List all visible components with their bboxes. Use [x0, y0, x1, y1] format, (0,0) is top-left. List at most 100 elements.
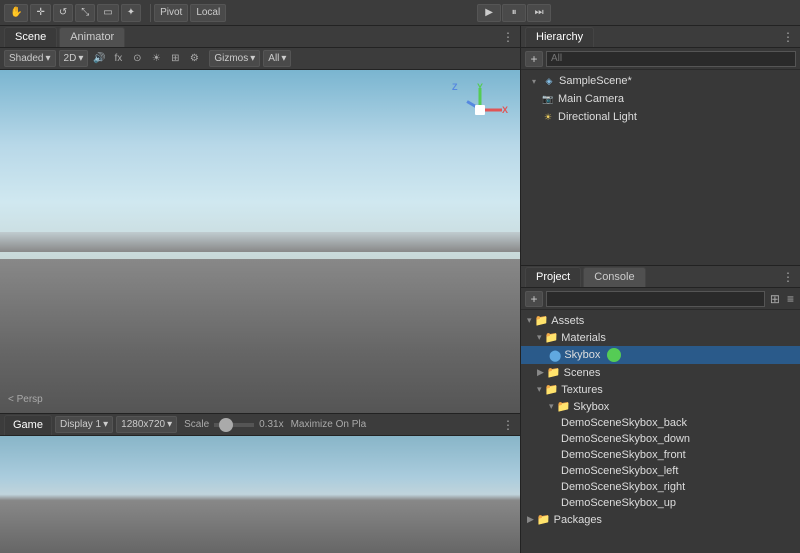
- scenes-label: Scenes: [564, 367, 601, 379]
- maximize-label: Maximize On Pla: [291, 419, 367, 430]
- shading-mode-dropdown[interactable]: Shaded ▾: [4, 50, 56, 67]
- hierarchy-add-btn[interactable]: +: [525, 51, 543, 67]
- gizmos-label: Gizmos: [214, 53, 248, 64]
- project-item-skybox-back[interactable]: DemoSceneSkybox_back: [521, 415, 800, 431]
- hierarchy-more-btn[interactable]: ⋮: [780, 30, 796, 44]
- tree-item-samplescene[interactable]: ▾ ◈ SampleScene*: [521, 72, 800, 90]
- project-item-assets[interactable]: ▾ 📁 Assets: [521, 312, 800, 329]
- hierarchy-search[interactable]: [546, 51, 796, 67]
- skybox-back-label: DemoSceneSkybox_back: [561, 417, 687, 429]
- skybox-material-icon: ⬤: [549, 349, 561, 362]
- scene-icon-2[interactable]: ☀: [148, 51, 164, 67]
- textures-folder-icon: 📁: [545, 383, 559, 396]
- project-item-packages[interactable]: ▶ 📁 Packages: [521, 511, 800, 528]
- scene-toolbar: Shaded ▾ 2D ▾ 🔊 fx ⊙ ☀ ⊞ ⚙ Gizmos ▾ All …: [0, 48, 520, 70]
- project-add-btn[interactable]: +: [525, 291, 543, 307]
- materials-label: Materials: [561, 332, 606, 344]
- camera-icon: 📷: [541, 92, 555, 106]
- fx-icon[interactable]: fx: [110, 51, 126, 67]
- tree-item-camera[interactable]: 📷 Main Camera: [521, 90, 800, 108]
- view-mode-dropdown[interactable]: 2D ▾: [59, 50, 89, 67]
- console-tab[interactable]: Console: [583, 267, 645, 287]
- skybox-folder-label: Skybox: [573, 401, 609, 413]
- main-content: Scene Animator ⋮ Shaded ▾ 2D ▾ 🔊 fx ⊙ ☀ …: [0, 26, 800, 553]
- project-toolbar: + ⊞ ≡: [521, 288, 800, 310]
- audio-icon[interactable]: 🔊: [91, 51, 107, 67]
- display-dropdown-arrow: ▾: [103, 419, 108, 430]
- pivot-group: Pivot Local: [154, 4, 226, 22]
- ground-bg: [0, 259, 520, 413]
- project-tab-bar: Project Console ⋮: [521, 266, 800, 288]
- project-panel: Project Console ⋮ + ⊞ ≡ ▾ 📁 Assets: [521, 266, 800, 553]
- step-btn[interactable]: ⏭: [527, 4, 551, 22]
- game-tab[interactable]: Game: [4, 415, 52, 435]
- view-mode-label: 2D: [64, 53, 77, 64]
- scenes-arrow: ▶: [537, 367, 544, 378]
- gizmo-center: [475, 105, 485, 115]
- separator-1: [150, 4, 151, 22]
- scene-tab-options: ⋮: [500, 30, 516, 44]
- project-item-skybox-material[interactable]: ⬤ Skybox: [521, 346, 800, 364]
- scene-viewport[interactable]: X Y Z < Persp: [0, 70, 520, 413]
- project-item-skybox-left[interactable]: DemoSceneSkybox_left: [521, 463, 800, 479]
- camera-label: Main Camera: [558, 93, 624, 105]
- scale-slider[interactable]: [214, 423, 254, 427]
- gizmo-x-label: X: [502, 105, 508, 115]
- hand-tool-btn[interactable]: ✋: [4, 4, 28, 22]
- pause-btn[interactable]: ⏸: [502, 4, 526, 22]
- display-dropdown[interactable]: Display 1 ▾: [55, 416, 113, 433]
- textures-label: Textures: [561, 384, 603, 396]
- play-btn[interactable]: ▶: [477, 4, 501, 22]
- light-icon: ☀: [541, 110, 555, 124]
- resolution-dropdown[interactable]: 1280x720 ▾: [116, 416, 177, 433]
- project-view-btn[interactable]: ⊞: [768, 292, 782, 306]
- project-item-skybox-front[interactable]: DemoSceneSkybox_front: [521, 447, 800, 463]
- project-item-skybox-up[interactable]: DemoSceneSkybox_up: [521, 495, 800, 511]
- project-item-materials[interactable]: ▾ 📁 Materials: [521, 329, 800, 346]
- view-dropdown-arrow: ▾: [78, 53, 83, 64]
- transform-tool-btn[interactable]: ✦: [121, 4, 141, 22]
- pivot-btn[interactable]: Pivot: [154, 4, 188, 22]
- skybox-active-indicator: [607, 348, 621, 362]
- animator-tab[interactable]: Animator: [59, 27, 125, 47]
- scene-more-btn[interactable]: ⋮: [500, 30, 516, 44]
- samplescene-label: SampleScene*: [559, 75, 632, 87]
- skybox-down-label: DemoSceneSkybox_down: [561, 433, 690, 445]
- tree-item-light[interactable]: ☀ Directional Light: [521, 108, 800, 126]
- project-more-btn[interactable]: ⋮: [780, 270, 796, 284]
- rect-tool-btn[interactable]: ▭: [97, 4, 118, 22]
- left-panel: Scene Animator ⋮ Shaded ▾ 2D ▾ 🔊 fx ⊙ ☀ …: [0, 26, 520, 553]
- project-item-skybox-down[interactable]: DemoSceneSkybox_down: [521, 431, 800, 447]
- project-tab[interactable]: Project: [525, 267, 581, 287]
- skybox-folder-icon: 📁: [557, 400, 571, 413]
- gizmo-z-label: Z: [452, 82, 458, 92]
- move-tool-btn[interactable]: ✛: [30, 4, 50, 22]
- project-search[interactable]: [546, 291, 765, 307]
- game-more-btn[interactable]: ⋮: [500, 418, 516, 432]
- project-item-skybox-folder[interactable]: ▾ 📁 Skybox: [521, 398, 800, 415]
- scene-tab[interactable]: Scene: [4, 27, 57, 47]
- scale-value: 0.31x: [259, 419, 283, 430]
- project-item-textures[interactable]: ▾ 📁 Textures: [521, 381, 800, 398]
- right-panel: Hierarchy ⋮ + ▾ ◈ SampleScene* 📷 Main Ca…: [520, 26, 800, 553]
- project-item-scenes[interactable]: ▶ 📁 Scenes: [521, 364, 800, 381]
- horizon-bg: [0, 232, 520, 252]
- packages-label: Packages: [554, 514, 602, 526]
- scene-icon-1[interactable]: ⊙: [129, 51, 145, 67]
- all-dropdown[interactable]: All ▾: [263, 50, 291, 67]
- local-btn[interactable]: Local: [190, 4, 226, 22]
- scene-icon-4[interactable]: ⚙: [186, 51, 202, 67]
- hierarchy-tab-bar: Hierarchy ⋮: [521, 26, 800, 48]
- all-dropdown-arrow: ▾: [281, 53, 286, 64]
- hierarchy-tab[interactable]: Hierarchy: [525, 27, 594, 47]
- gizmos-dropdown[interactable]: Gizmos ▾: [209, 50, 260, 67]
- skybox-folder-arrow: ▾: [549, 401, 554, 412]
- project-item-skybox-right[interactable]: DemoSceneSkybox_right: [521, 479, 800, 495]
- scene-icon-3[interactable]: ⊞: [167, 51, 183, 67]
- skybox-right-label: DemoSceneSkybox_right: [561, 481, 685, 493]
- project-sort-btn[interactable]: ≡: [785, 292, 796, 306]
- materials-folder-icon: 📁: [545, 331, 559, 344]
- scene-gizmo[interactable]: X Y Z: [450, 80, 510, 140]
- scale-tool-btn[interactable]: ⤡: [75, 4, 95, 22]
- rotate-tool-btn[interactable]: ↺: [53, 4, 73, 22]
